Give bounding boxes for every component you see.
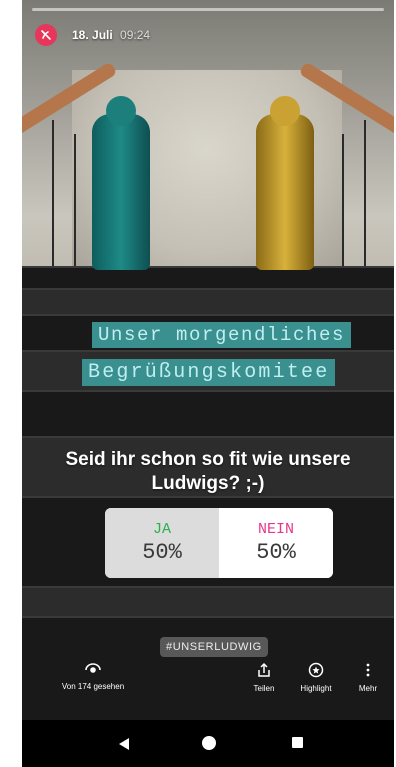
highlight-label: Highlight [300, 684, 332, 693]
eye-icon [85, 663, 101, 673]
story-header: 18. Juli 09:24 [22, 0, 394, 60]
avatar[interactable] [35, 24, 57, 46]
poll-widget: JA 50% NEIN 50% [105, 508, 333, 578]
viewers-count: Von 174 gesehen [61, 682, 125, 691]
stair-step [22, 390, 394, 438]
stair-step [22, 288, 394, 316]
highlight-icon [308, 662, 324, 678]
hashtag-sticker[interactable]: #UNSERLUDWIG [160, 637, 268, 657]
more-button[interactable]: Mehr [348, 662, 388, 693]
back-triangle-icon[interactable] [118, 737, 130, 751]
poll-option-nein[interactable]: NEIN 50% [219, 508, 333, 578]
poll-option-label: NEIN [257, 521, 294, 538]
stair-step [22, 586, 394, 618]
poll-question: Seid ihr schon so fit wie unsere Ludwigs… [22, 448, 394, 496]
share-icon [258, 662, 270, 677]
share-button[interactable]: Teilen [244, 662, 284, 693]
avatar-logo-icon [41, 30, 51, 40]
story-text-line2: Begrüßungskomitee [82, 359, 336, 386]
poll-question-line1: Seid ihr schon so fit wie unsere [65, 449, 351, 470]
more-label: Mehr [358, 684, 378, 693]
story-screen: 18. Juli 09:24 Unser morgendliches Begrü… [22, 0, 394, 767]
story-actions-bar: Von 174 gesehen Teilen Highlight Mehr [22, 662, 394, 704]
poll-option-ja[interactable]: JA 50% [105, 508, 219, 578]
poll-option-percent: 50% [142, 540, 182, 565]
baluster [342, 134, 344, 270]
story-progress-bar [32, 8, 384, 11]
story-timestamp: 18. Juli 09:24 [72, 28, 150, 42]
android-navigation-bar [22, 720, 394, 767]
story-date: 18. Juli [72, 28, 113, 42]
story-time: 09:24 [120, 28, 151, 42]
stair-step [22, 266, 394, 290]
baluster [52, 120, 54, 270]
gold-beethoven-statue [256, 96, 314, 270]
baluster [74, 134, 76, 270]
poll-option-percent: 50% [256, 540, 296, 565]
poll-option-label: JA [152, 521, 171, 538]
home-circle-icon[interactable] [202, 736, 216, 750]
viewers-button[interactable]: Von 174 gesehen [48, 662, 138, 691]
poll-question-line2: Ludwigs? ;-) [151, 473, 265, 494]
share-label: Teilen [253, 684, 275, 693]
story-text-line1: Unser morgendliches [92, 322, 352, 348]
baluster [364, 120, 366, 270]
teal-beethoven-statue [92, 96, 150, 270]
highlight-button[interactable]: Highlight [290, 662, 342, 693]
more-vertical-icon [366, 663, 370, 677]
recent-apps-square-icon[interactable] [292, 737, 303, 748]
